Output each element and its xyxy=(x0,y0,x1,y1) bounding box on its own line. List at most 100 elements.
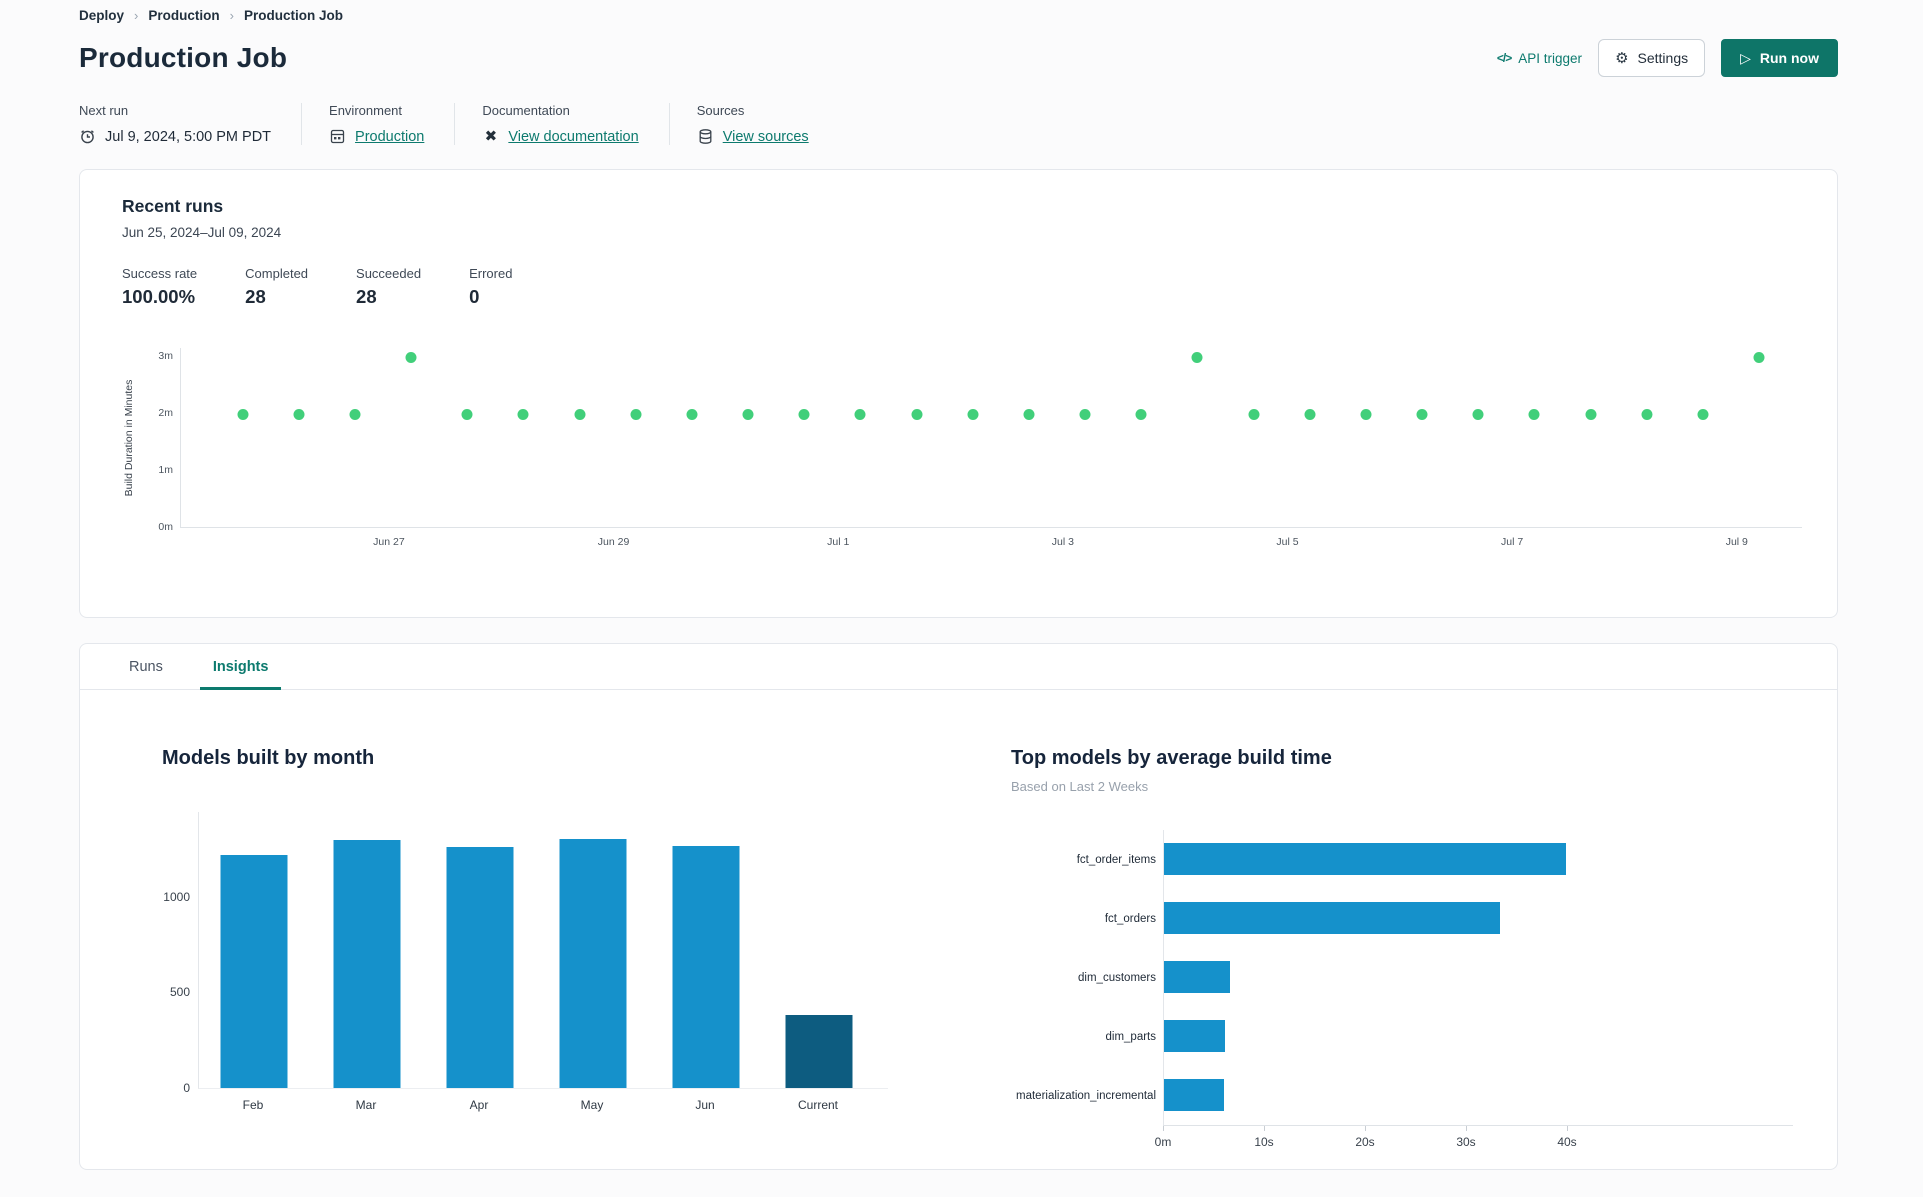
run-dot xyxy=(1248,408,1260,420)
models-built-plot-area: 0 500 1000 xyxy=(163,812,888,1095)
header-actions: </> API trigger ⚙ Settings ▷ Run now xyxy=(1497,39,1838,77)
x-tick-mark xyxy=(1264,1126,1265,1131)
month-bar xyxy=(333,839,401,1088)
dbt-docs-icon: ✖ xyxy=(484,128,498,145)
breadcrumb-deploy[interactable]: Deploy xyxy=(79,8,124,23)
recent-runs-date-range: Jun 25, 2024–Jul 09, 2024 xyxy=(122,225,282,240)
meta-label: Environment xyxy=(329,103,403,118)
month-bar xyxy=(446,847,514,1088)
page-header: Production Job </> API trigger ⚙ Setting… xyxy=(79,39,1838,77)
meta-label: Sources xyxy=(696,103,745,118)
run-now-label: Run now xyxy=(1759,50,1819,66)
x-tick-label: 0m xyxy=(1154,1135,1172,1149)
api-trigger-link[interactable]: </> API trigger xyxy=(1497,51,1582,66)
run-dot xyxy=(1641,408,1653,420)
run-dot xyxy=(1304,408,1316,420)
run-dot xyxy=(237,408,249,420)
run-dot xyxy=(1191,351,1203,363)
run-dot xyxy=(1472,408,1484,420)
x-tick-label: Jul 7 xyxy=(1501,536,1524,548)
run-dot xyxy=(349,408,361,420)
model-label: materialization_incremental xyxy=(1016,1089,1156,1102)
model-row: fct_order_items xyxy=(1077,830,1793,889)
job-meta-row: Next run Jul 9, 2024, 5:00 PM PDT Enviro… xyxy=(79,103,1838,145)
run-dot xyxy=(461,408,473,420)
models-built-chart-section: Models built by month 0 500 1000 Feb Mar Apr… xyxy=(162,747,922,1113)
x-tick-label: Jul 5 xyxy=(1276,536,1299,548)
run-dot xyxy=(1416,408,1428,420)
tab-bar: Runs Insights xyxy=(80,644,1837,690)
view-documentation-link[interactable]: View documentation xyxy=(508,129,638,145)
x-tick-mark xyxy=(1567,1126,1568,1131)
model-label: dim_customers xyxy=(1078,971,1156,984)
model-row: materialization_incremental xyxy=(1016,1066,1793,1125)
build-time-bar xyxy=(1164,1020,1225,1052)
y-tick-label: 3m xyxy=(158,349,173,362)
model-label: dim_parts xyxy=(1105,1030,1157,1043)
run-dot xyxy=(293,408,305,420)
stat-completed: Completed 28 xyxy=(245,266,309,307)
chart-title: Models built by month xyxy=(162,747,375,769)
x-tick-label: 40s xyxy=(1557,1135,1577,1149)
view-sources-link[interactable]: View sources xyxy=(723,129,809,145)
meta-next-run: Next run Jul 9, 2024, 5:00 PM PDT xyxy=(79,103,301,145)
x-tick-label: Jun 29 xyxy=(597,536,630,548)
chevron-right-icon: › xyxy=(229,8,234,23)
stat-success-rate: Success rate 100.00% xyxy=(122,266,198,307)
x-tick-mark xyxy=(1163,1126,1164,1131)
meta-environment: Environment Production xyxy=(301,103,454,145)
breadcrumb-production[interactable]: Production xyxy=(148,8,219,23)
build-time-bar xyxy=(1164,843,1566,875)
tab-runs[interactable]: Runs xyxy=(116,644,176,689)
stat-succeeded: Succeeded 28 xyxy=(356,266,422,307)
run-dot xyxy=(1023,408,1035,420)
x-tick-label: Apr xyxy=(469,1098,489,1112)
x-tick-label: May xyxy=(580,1098,604,1112)
month-bar xyxy=(220,854,288,1088)
run-dot xyxy=(1585,408,1597,420)
run-dot xyxy=(1697,408,1709,420)
chevron-right-icon: › xyxy=(134,8,139,23)
run-now-button[interactable]: ▷ Run now xyxy=(1721,39,1838,77)
build-time-bar xyxy=(1164,1079,1224,1111)
meta-sources: Sources View sources xyxy=(668,103,839,145)
y-tick-label: 1m xyxy=(158,463,173,476)
build-time-bar xyxy=(1164,902,1501,934)
top-models-chart: fct_order_items fct_orders dim_customersdi… xyxy=(1011,830,1811,1151)
run-dot xyxy=(854,408,866,420)
gear-icon: ⚙ xyxy=(1615,49,1629,67)
model-row: fct_orders xyxy=(1105,889,1793,948)
y-tick-label: 0 xyxy=(183,1081,190,1095)
x-tick-label: Current xyxy=(797,1098,839,1112)
run-dot xyxy=(405,351,417,363)
model-label: fct_order_items xyxy=(1076,853,1156,866)
tab-insights[interactable]: Insights xyxy=(199,644,282,690)
y-tick-label: 1000 xyxy=(163,889,190,904)
play-icon: ▷ xyxy=(1740,49,1751,66)
month-bar xyxy=(785,1015,853,1088)
y-tick-label: 2m xyxy=(158,406,173,419)
run-dot xyxy=(574,408,586,420)
page-title: Production Job xyxy=(79,42,288,73)
chart-subtitle: Based on Last 2 Weeks xyxy=(1011,779,1149,794)
run-dot xyxy=(742,408,754,420)
settings-button[interactable]: ⚙ Settings xyxy=(1598,39,1706,77)
month-bar xyxy=(672,846,740,1088)
recent-runs-card: Recent runs Jun 25, 2024–Jul 09, 2024 Su… xyxy=(79,169,1838,618)
environment-link[interactable]: Production xyxy=(355,129,424,145)
page: Deploy › Production › Production Job Pro… xyxy=(0,0,1923,1170)
models-built-chart: 0 500 1000 Feb Mar Apr May Jun Current xyxy=(163,812,888,1113)
month-bar xyxy=(559,838,627,1088)
recent-runs-title: Recent runs xyxy=(122,196,224,216)
x-tick-label: Jul 9 xyxy=(1725,536,1748,548)
api-trigger-label: API trigger xyxy=(1518,50,1583,66)
x-tick-label: Jun xyxy=(695,1098,715,1112)
run-dot xyxy=(1528,408,1540,420)
x-axis-ticks: Jun 27 Jun 29 Jul 1 Jul 3 Jul 5 Jul 7 Jul 9 xyxy=(180,528,1802,550)
insights-panel: Models built by month 0 500 1000 Feb Mar Apr… xyxy=(80,690,1837,1170)
recent-runs-stats: Success rate 100.00% Completed 28 Succee… xyxy=(122,266,1813,308)
environment-icon xyxy=(329,128,346,145)
run-dot xyxy=(1135,408,1147,420)
run-dot xyxy=(798,408,810,420)
meta-label: Documentation xyxy=(482,103,570,118)
